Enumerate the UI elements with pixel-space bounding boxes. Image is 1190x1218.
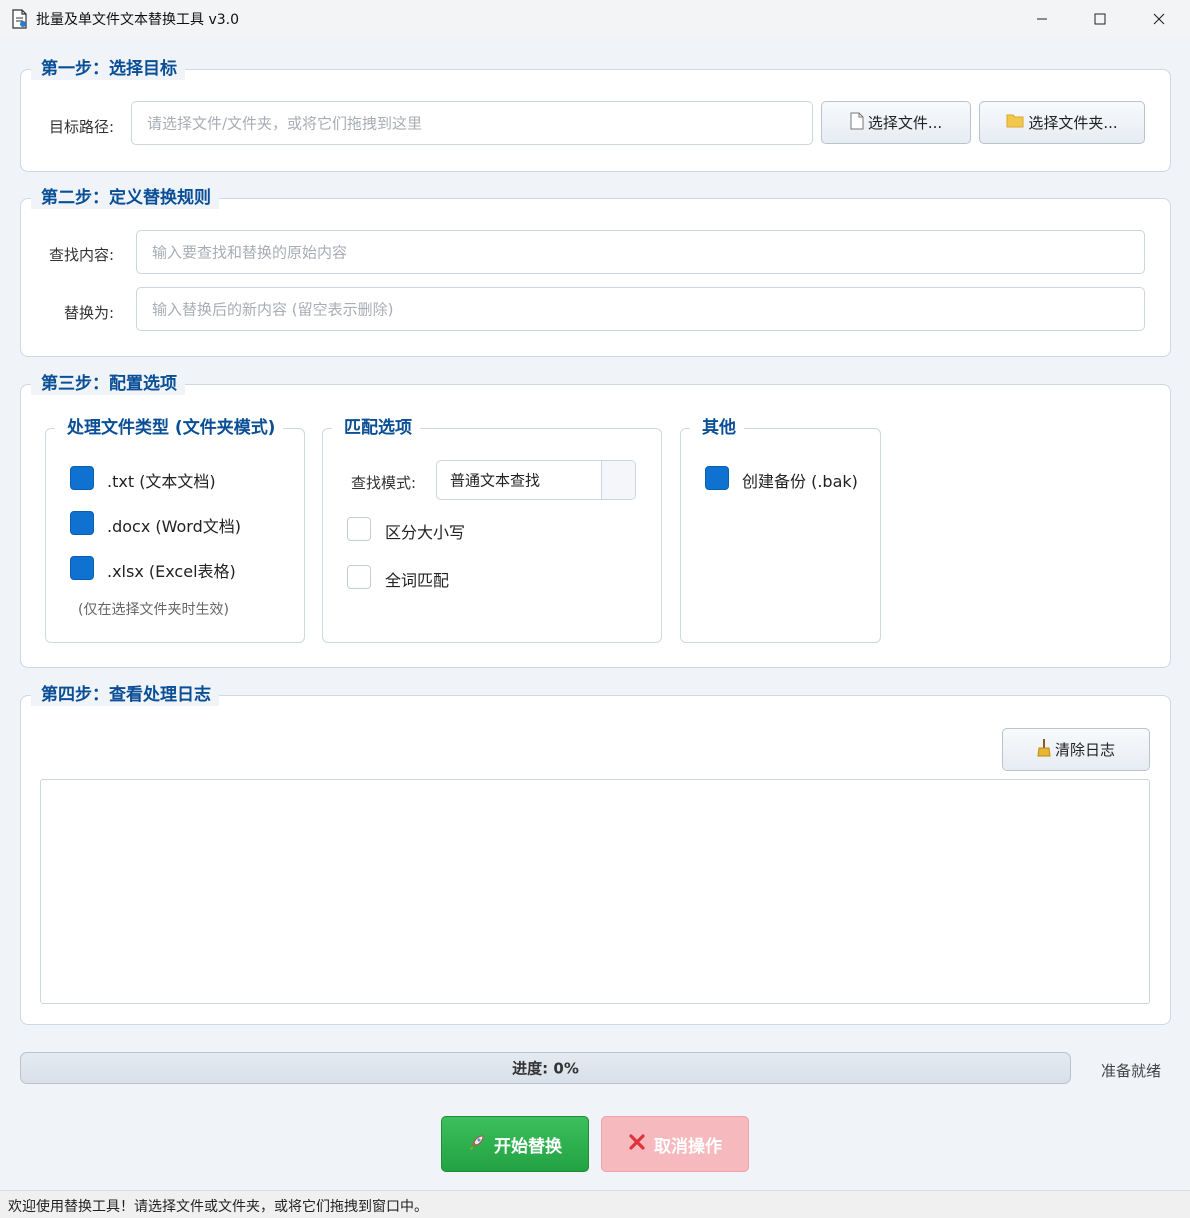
replace-placeholder: 输入替换后的新内容 (留空表示删除) — [152, 300, 394, 319]
search-mode-value: 普通文本查找 — [450, 471, 541, 490]
select-file-button[interactable]: 选择文件... — [821, 101, 971, 144]
find-input[interactable]: 输入要查找和替换的原始内容 — [136, 230, 1145, 274]
log-textarea[interactable] — [40, 779, 1150, 1004]
find-placeholder: 输入要查找和替换的原始内容 — [152, 243, 348, 262]
status-ready-text: 准备就绪 — [1101, 1062, 1162, 1080]
select-folder-button[interactable]: 选择文件夹... — [979, 101, 1145, 144]
other-options-group — [680, 428, 881, 643]
select-file-label: 选择文件... — [867, 114, 943, 132]
folder-icon — [1006, 113, 1024, 132]
step2-group — [20, 198, 1171, 357]
status-bar-text: 欢迎使用替换工具！请选择文件或文件夹，或将它们拖拽到窗口中。 — [8, 1199, 428, 1215]
target-path-label: 目标路径: — [49, 118, 115, 136]
close-icon — [1153, 13, 1165, 25]
find-label: 查找内容: — [49, 246, 115, 264]
minimize-icon — [1037, 18, 1047, 20]
txt-checkbox-label[interactable]: .txt (文本文档) — [107, 468, 216, 492]
replace-input[interactable]: 输入替换后的新内容 (留空表示删除) — [136, 287, 1145, 331]
status-bar: 欢迎使用替换工具！请选择文件或文件夹，或将它们拖拽到窗口中。 — [0, 1190, 1190, 1218]
minimize-button[interactable] — [1013, 0, 1071, 38]
backup-checkbox[interactable] — [705, 466, 729, 490]
start-replace-button[interactable]: 开始替换 — [441, 1116, 589, 1172]
whole-word-label[interactable]: 全词匹配 — [385, 567, 449, 591]
xlsx-checkbox-label[interactable]: .xlsx (Excel表格) — [107, 558, 236, 582]
maximize-button[interactable] — [1071, 0, 1129, 38]
broom-icon — [1037, 738, 1051, 761]
docx-checkbox[interactable] — [70, 511, 94, 535]
docx-checkbox-label[interactable]: .docx (Word文档) — [107, 513, 241, 537]
progress-text: 进度: 0% — [512, 1059, 579, 1078]
search-mode-label: 查找模式: — [351, 474, 417, 492]
step4-title: 第四步：查看处理日志 — [31, 684, 219, 706]
whole-word-checkbox[interactable] — [347, 565, 371, 589]
cancel-label: 取消操作 — [654, 1136, 722, 1157]
start-replace-label: 开始替换 — [494, 1136, 562, 1157]
step1-title: 第一步：选择目标 — [31, 58, 185, 80]
clear-log-label: 清除日志 — [1054, 741, 1115, 759]
cancel-button[interactable]: 取消操作 — [601, 1116, 749, 1172]
clear-log-button[interactable]: 清除日志 — [1002, 728, 1150, 771]
file-icon — [850, 112, 864, 134]
file-types-title: 处理文件类型 (文件夹模式) — [55, 417, 284, 439]
cross-icon — [628, 1133, 646, 1156]
step2-title: 第二步：定义替换规则 — [31, 187, 219, 209]
match-options-title: 匹配选项 — [332, 417, 420, 439]
other-options-title: 其他 — [690, 417, 744, 439]
dropdown-arrow-icon[interactable] — [601, 461, 635, 499]
case-sensitive-label[interactable]: 区分大小写 — [385, 519, 465, 543]
search-mode-select[interactable]: 普通文本查找 — [436, 460, 636, 500]
folder-mode-hint: (仅在选择文件夹时生效) — [78, 602, 229, 618]
target-path-placeholder: 请选择文件/文件夹，或将它们拖拽到这里 — [147, 114, 423, 133]
step3-title: 第三步：配置选项 — [31, 373, 185, 395]
rocket-icon — [468, 1133, 486, 1156]
maximize-icon — [1094, 13, 1106, 25]
txt-checkbox[interactable] — [70, 466, 94, 490]
target-path-input[interactable]: 请选择文件/文件夹，或将它们拖拽到这里 — [131, 101, 813, 145]
case-sensitive-checkbox[interactable] — [347, 517, 371, 541]
window-title: 批量及单文件文本替换工具 v3.0 — [36, 12, 239, 28]
xlsx-checkbox[interactable] — [70, 556, 94, 580]
select-folder-label: 选择文件夹... — [1028, 114, 1118, 132]
backup-checkbox-label[interactable]: 创建备份 (.bak) — [742, 468, 858, 492]
close-button[interactable] — [1130, 0, 1188, 38]
progress-bar: 进度: 0% — [20, 1052, 1071, 1084]
title-bar: 批量及单文件文本替换工具 v3.0 — [0, 0, 1190, 38]
replace-label: 替换为: — [64, 304, 115, 322]
app-document-icon — [11, 9, 29, 29]
